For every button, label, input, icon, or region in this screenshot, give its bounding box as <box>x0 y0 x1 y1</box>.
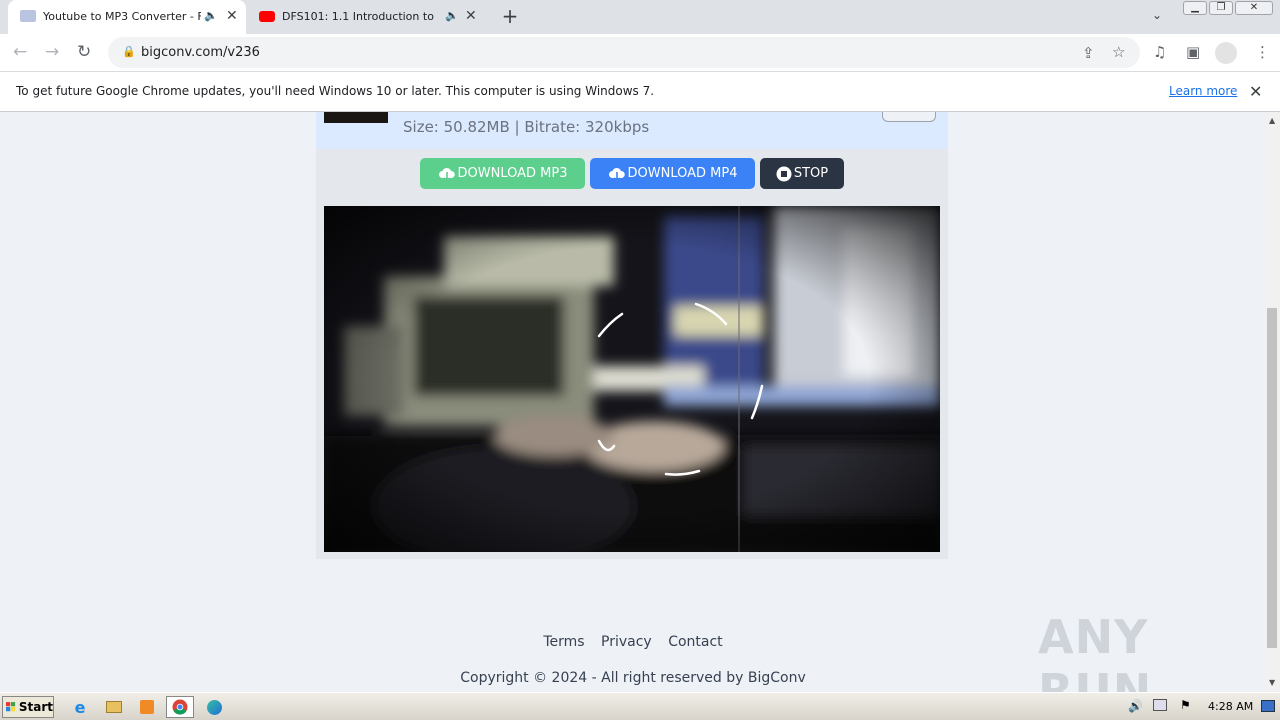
start-label: Start <box>18 700 53 714</box>
lock-icon[interactable]: 🔒 <box>122 45 136 58</box>
profile-avatar-icon[interactable] <box>1215 42 1237 64</box>
stop-button[interactable]: STOP <box>760 158 844 189</box>
menu-kebab-icon[interactable]: ⋮ <box>1255 43 1270 61</box>
tab-dfs101[interactable]: DFS101: 1.1 Introduction to dig 🔈 ✕ <box>250 0 486 34</box>
media-player-icon[interactable] <box>133 696 161 718</box>
browser-toolbar: ← → ↻ 🔒 bigconv.com/v236 ⇪ ☆ ♫ ▣ ⋮ <box>0 34 1280 71</box>
tab-strip: Youtube to MP3 Converter - Fre 🔈 ✕ DFS10… <box>0 0 1280 34</box>
share-icon[interactable]: ⇪ <box>1082 44 1095 62</box>
clock[interactable]: 4:28 AM <box>1208 700 1253 713</box>
edge-icon[interactable] <box>200 696 228 718</box>
site-favicon-icon <box>20 10 36 22</box>
download-mp4-label: DOWNLOAD MP4 <box>627 166 738 181</box>
tab-title: DFS101: 1.1 Introduction to dig <box>282 10 434 23</box>
options-button[interactable] <box>882 112 936 122</box>
reload-icon[interactable]: ↻ <box>77 42 91 62</box>
tab-youtube-mp3[interactable]: Youtube to MP3 Converter - Fre 🔈 ✕ <box>8 0 246 34</box>
update-infobar: To get future Google Chrome updates, you… <box>0 71 1280 112</box>
volume-tray-icon[interactable]: 🔊 <box>1128 699 1143 713</box>
windows-taskbar: Start e 🔊 ⚑ 4:28 AM <box>0 692 1280 720</box>
scroll-down-icon[interactable]: ▼ <box>1269 678 1275 687</box>
url-text[interactable]: bigconv.com/v236 <box>141 45 260 60</box>
network-tray-icon[interactable] <box>1153 699 1167 711</box>
windows-logo-icon <box>6 702 16 712</box>
bookmark-star-icon[interactable]: ☆ <box>1112 43 1125 61</box>
flag-tray-icon[interactable]: ⚑ <box>1180 698 1191 712</box>
forward-icon[interactable]: → <box>45 42 59 62</box>
scrollbar-thumb[interactable] <box>1267 308 1277 648</box>
close-infobar-icon[interactable]: ✕ <box>1249 82 1262 101</box>
contact-link[interactable]: Contact <box>668 634 722 650</box>
privacy-link[interactable]: Privacy <box>601 634 652 650</box>
terms-link[interactable]: Terms <box>543 634 584 650</box>
side-panel-icon[interactable]: ▣ <box>1186 43 1200 61</box>
minimize-button[interactable]: ▁ <box>1183 1 1207 15</box>
page-scrollbar[interactable]: ▲ ▼ <box>1266 112 1280 692</box>
restore-button[interactable]: ❐ <box>1209 1 1233 15</box>
video-thumbnail <box>324 112 388 123</box>
youtube-favicon-icon <box>259 11 275 22</box>
close-tab-icon[interactable]: ✕ <box>465 8 477 24</box>
new-tab-button[interactable]: + <box>500 6 520 26</box>
cloud-download-icon <box>608 167 625 182</box>
video-frame-image <box>324 206 940 552</box>
stop-icon <box>776 166 792 181</box>
stop-label: STOP <box>793 166 829 181</box>
page-content: Size: 50.82MB | Bitrate: 320kbps DOWNLOA… <box>0 112 1266 692</box>
scroll-up-icon[interactable]: ▲ <box>1269 116 1275 125</box>
explorer-folder-icon[interactable] <box>100 696 128 718</box>
start-button[interactable]: Start <box>2 696 54 718</box>
download-mp3-button[interactable]: DOWNLOAD MP3 <box>420 158 585 189</box>
speaker-icon[interactable]: 🔈 <box>445 9 459 22</box>
close-tab-icon[interactable]: ✕ <box>226 8 238 24</box>
anyrun-watermark: ANY RUN <box>1038 610 1153 692</box>
media-control-icon[interactable]: ♫ <box>1153 43 1166 61</box>
back-icon[interactable]: ← <box>13 42 27 62</box>
learn-more-link[interactable]: Learn more <box>1169 84 1237 98</box>
cloud-download-icon <box>438 167 455 182</box>
video-player[interactable] <box>324 206 940 552</box>
download-mp3-label: DOWNLOAD MP3 <box>457 166 568 181</box>
size-info: Size: 50.82MB | Bitrate: 320kbps <box>403 118 650 136</box>
result-row: Size: 50.82MB | Bitrate: 320kbps <box>316 112 948 149</box>
tab-search-chevron-icon[interactable]: ⌄ <box>1152 8 1162 22</box>
close-window-button[interactable]: ✕ <box>1235 1 1273 15</box>
chrome-taskbar-icon[interactable] <box>166 696 194 718</box>
address-bar[interactable]: 🔒 bigconv.com/v236 ⇪ ☆ <box>108 37 1140 68</box>
ie-icon[interactable]: e <box>66 696 94 718</box>
infobar-message: To get future Google Chrome updates, you… <box>16 84 655 98</box>
speaker-icon[interactable]: 🔈 <box>204 9 218 22</box>
tab-title: Youtube to MP3 Converter - Fre <box>43 10 201 23</box>
download-mp4-button[interactable]: DOWNLOAD MP4 <box>590 158 755 189</box>
show-desktop-icon[interactable] <box>1261 700 1275 712</box>
